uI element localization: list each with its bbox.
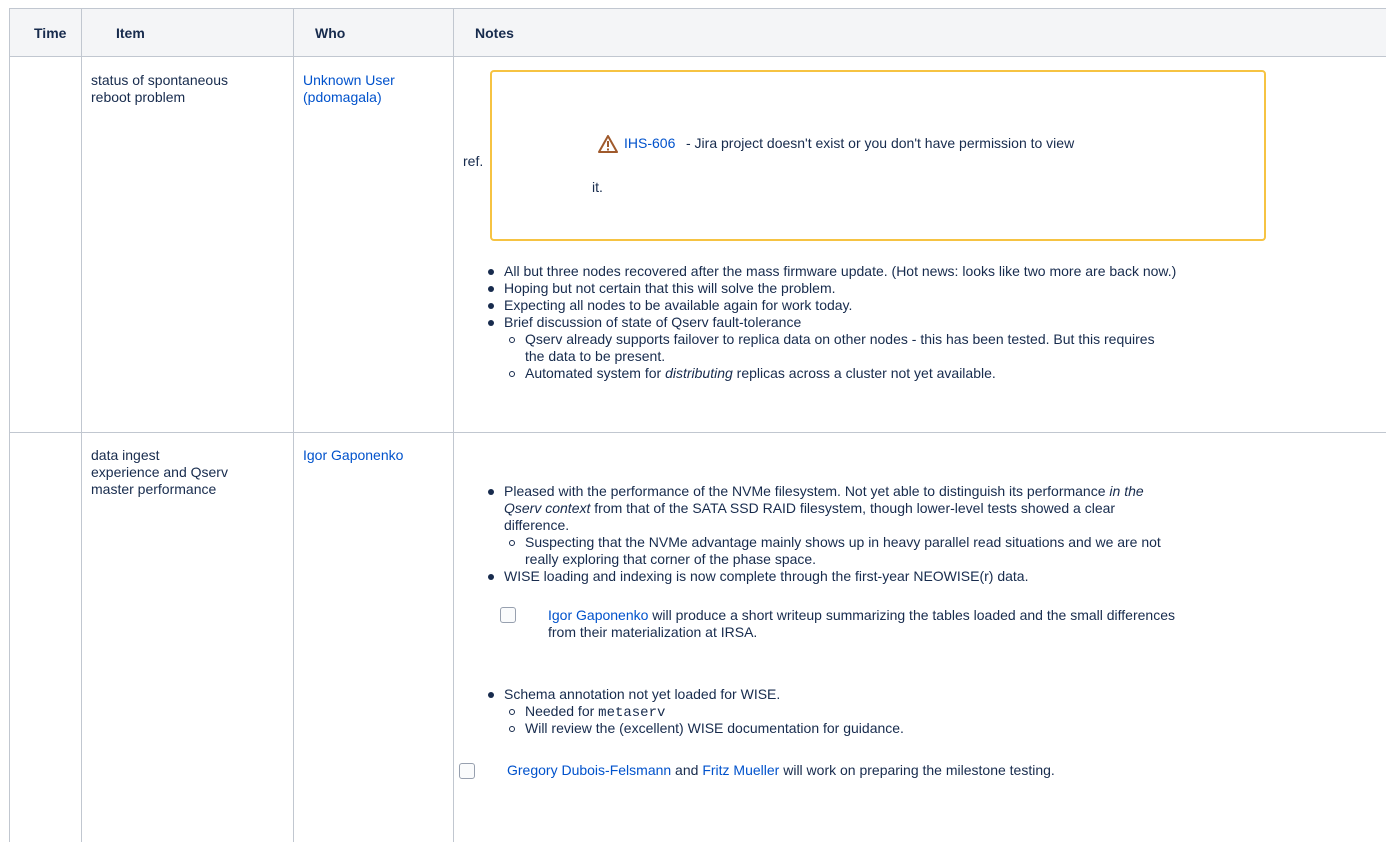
item-cell: data ingest experience and Qserv master …	[91, 447, 228, 498]
sub-bullet	[509, 337, 515, 343]
sub-bullet	[509, 540, 515, 546]
item-text: master performance	[91, 481, 217, 497]
task-item: from their materialization at IRSA.	[548, 624, 758, 640]
list-item: Qserv context from that of the SATA SSD …	[504, 500, 1116, 516]
header-who: Who	[315, 25, 346, 41]
list-item: Schema annotation not yet loaded for WIS…	[504, 686, 781, 702]
column-divider	[81, 9, 82, 842]
task-item: Gregory Dubois-Felsmann and Fritz Muelle…	[507, 762, 1055, 778]
jira-issue-panel: IHS-606 - Jira project doesn't exist or …	[490, 70, 1266, 241]
list-item: Will review the (excellent) WISE documen…	[525, 720, 904, 736]
item-text: experience and Qserv	[91, 464, 228, 480]
item-text: status of spontaneous	[91, 72, 228, 88]
item-cell: status of spontaneous reboot problem	[91, 72, 228, 106]
user-link-gregory[interactable]: Gregory Dubois-Felsmann	[507, 762, 671, 778]
bullet	[488, 320, 494, 326]
row-divider	[10, 56, 1386, 57]
bullet	[488, 303, 494, 309]
list-item: All but three nodes recovered after the …	[504, 263, 1177, 279]
header-item: Item	[116, 25, 145, 41]
table-header	[10, 9, 1386, 56]
list-item: Automated system for distributing replic…	[525, 365, 996, 381]
user-link-text[interactable]: Unknown User	[303, 72, 395, 89]
row-divider	[10, 432, 1386, 433]
header-notes: Notes	[475, 25, 514, 41]
list-item: Qserv already supports failover to repli…	[525, 331, 1155, 347]
item-text: reboot problem	[91, 89, 186, 105]
header-time: Time	[34, 25, 67, 41]
sub-bullet	[509, 371, 515, 377]
sub-bullet	[509, 709, 515, 715]
list-item: Hoping but not certain that this will so…	[504, 280, 836, 296]
item-text: data ingest	[91, 447, 160, 463]
jira-error-message: - Jira project doesn't exist or you don'…	[686, 135, 1075, 151]
user-link-igor[interactable]: Igor Gaponenko	[548, 607, 648, 623]
list-item: difference.	[504, 517, 570, 533]
user-link-pdomagala[interactable]: Unknown User (pdomagala)	[303, 72, 395, 106]
user-link-text[interactable]: (pdomagala)	[303, 89, 395, 106]
bullet	[488, 489, 494, 495]
task-checkbox[interactable]	[500, 607, 516, 623]
user-link-igor[interactable]: Igor Gaponenko	[303, 447, 403, 464]
list-item: WISE loading and indexing is now complet…	[504, 568, 1029, 584]
column-divider	[293, 9, 294, 842]
bullet	[488, 692, 494, 698]
list-item: Suspecting that the NVMe advantage mainl…	[525, 534, 1161, 550]
bullet	[488, 286, 494, 292]
list-item: the data to be present.	[525, 348, 666, 364]
bullet	[488, 574, 494, 580]
jira-issue-link[interactable]: IHS-606	[624, 135, 675, 152]
jira-error-message: it.	[592, 179, 603, 195]
meeting-table: Time Item Who Notes status of spontaneou…	[9, 8, 1386, 842]
user-link-fritz[interactable]: Fritz Mueller	[702, 762, 779, 778]
list-item: Pleased with the performance of the NVMe…	[504, 483, 1144, 499]
task-checkbox[interactable]	[459, 763, 475, 779]
list-item: Brief discussion of state of Qserv fault…	[504, 314, 802, 330]
list-item: Expecting all nodes to be available agai…	[504, 297, 853, 313]
column-divider	[453, 9, 454, 842]
list-item: really exploring that corner of the phas…	[525, 551, 817, 567]
task-item: Igor Gaponenko will produce a short writ…	[548, 607, 1175, 623]
warning-icon	[598, 135, 618, 153]
sub-bullet	[509, 726, 515, 732]
ref-label: ref.	[463, 153, 484, 169]
bullet	[488, 269, 494, 275]
